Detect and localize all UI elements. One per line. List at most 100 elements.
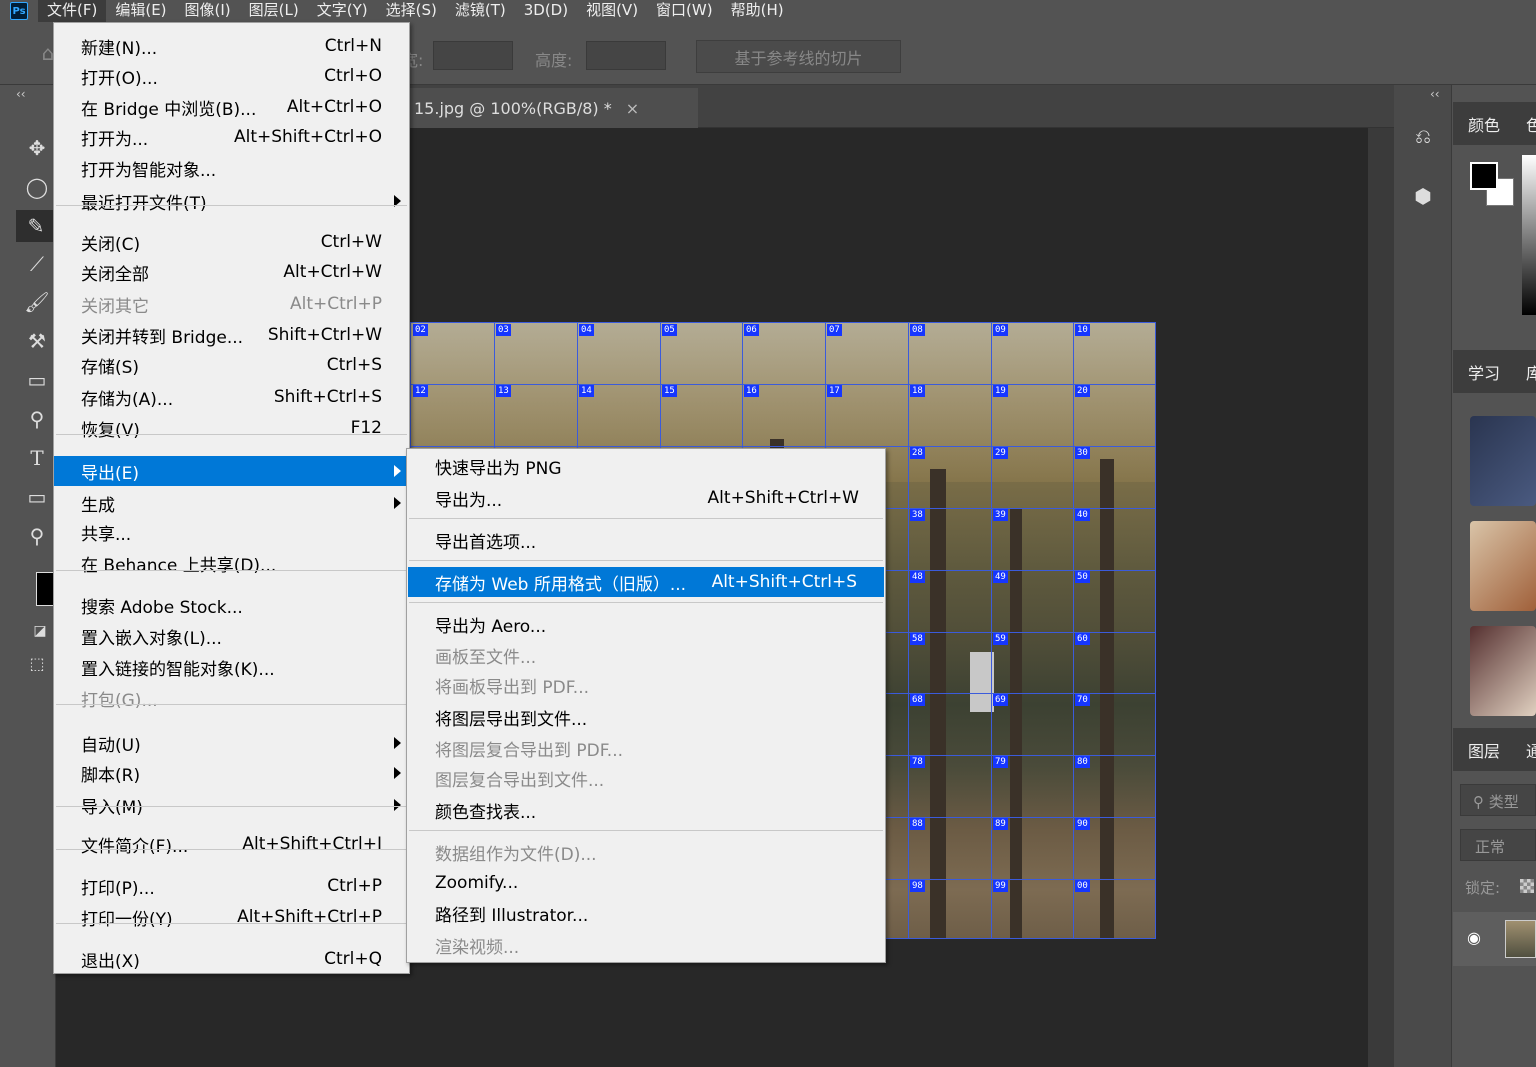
close-tab-icon[interactable]: ×	[626, 99, 639, 118]
slice-number-badge[interactable]: 05	[662, 324, 677, 336]
file-menu-item[interactable]: 自动(U)	[54, 728, 409, 758]
export-menu-item[interactable]: 导出首选项...	[408, 525, 886, 555]
slice-number-badge[interactable]: 13	[496, 385, 511, 397]
file-menu-item[interactable]: 搜索 Adobe Stock...	[54, 590, 409, 620]
slice-number-badge[interactable]: 30	[1075, 447, 1090, 459]
tab-channels[interactable]: 通	[1526, 738, 1536, 762]
slice-number-badge[interactable]: 98	[910, 880, 925, 892]
layer-row[interactable]: ◉	[1453, 912, 1536, 966]
menu-select[interactable]: 选择(S)	[377, 0, 446, 22]
file-menu-item[interactable]: 恢复(V) F12	[54, 413, 409, 443]
lasso-tool-icon[interactable]: ◯	[21, 171, 53, 203]
file-menu-item[interactable]: 关闭全部 Alt+Ctrl+W	[54, 257, 409, 287]
tab-swatches[interactable]: 色	[1526, 112, 1536, 136]
slice-number-badge[interactable]: 16	[744, 385, 759, 397]
layer-filter-kind[interactable]: ⚲ 类型	[1460, 784, 1536, 816]
height-field[interactable]	[586, 41, 666, 70]
slice-number-badge[interactable]: 03	[496, 324, 511, 336]
file-menu-item[interactable]: 打开为... Alt+Shift+Ctrl+O	[54, 122, 409, 152]
quick-mask-icon[interactable]: ⬚	[21, 647, 53, 679]
slice-number-badge[interactable]: 09	[993, 324, 1008, 336]
swap-colors-icon[interactable]: ◪	[24, 615, 56, 647]
file-menu-item[interactable]: 打包(G)...	[54, 683, 409, 713]
file-menu-item[interactable]: 置入链接的智能对象(K)...	[54, 652, 409, 682]
export-menu-item[interactable]: 图层复合导出到文件...	[408, 763, 886, 793]
slice-number-badge[interactable]: 02	[413, 324, 428, 336]
slice-number-badge[interactable]: 08	[910, 324, 925, 336]
slice-number-badge[interactable]: 70	[1075, 694, 1090, 706]
learn-thumbnail[interactable]	[1470, 521, 1536, 611]
panel-foreground-swatch[interactable]	[1470, 162, 1498, 190]
file-menu-item[interactable]: 退出(X) Ctrl+Q	[54, 944, 409, 974]
menu-type[interactable]: 文字(Y)	[308, 0, 377, 22]
brush-tool-icon[interactable]: 🖌	[21, 286, 53, 318]
export-menu-item[interactable]: 存储为 Web 所用格式（旧版）... Alt+Shift+Ctrl+S	[408, 567, 884, 597]
tab-color[interactable]: 颜色	[1468, 112, 1500, 136]
file-menu-item[interactable]: 存储为(A)... Shift+Ctrl+S	[54, 382, 409, 412]
export-menu-item[interactable]: 数据组作为文件(D)...	[408, 837, 886, 867]
lock-transparent-icon[interactable]	[1520, 879, 1534, 893]
menu-filter[interactable]: 滤镜(T)	[446, 0, 515, 22]
file-menu-item[interactable]: 新建(N)... Ctrl+N	[54, 31, 409, 61]
gradient-tool-icon[interactable]: ▭	[21, 364, 53, 396]
file-menu-item[interactable]: 关闭其它 Alt+Ctrl+P	[54, 289, 409, 319]
3d-panel-icon[interactable]: ⬢	[1405, 178, 1441, 214]
menu-image[interactable]: 图像(I)	[176, 0, 240, 22]
slice-number-badge[interactable]: 00	[1075, 880, 1090, 892]
slice-number-badge[interactable]: 14	[579, 385, 594, 397]
slice-number-badge[interactable]: 18	[910, 385, 925, 397]
document-tab[interactable]: 15.jpg @ 100%(RGB/8) * ×	[408, 88, 698, 128]
slice-number-badge[interactable]: 20	[1075, 385, 1090, 397]
slice-number-badge[interactable]: 59	[993, 633, 1008, 645]
slice-number-badge[interactable]: 12	[413, 385, 428, 397]
slice-number-badge[interactable]: 04	[579, 324, 594, 336]
file-menu-item[interactable]: 导入(M)	[54, 790, 409, 820]
slice-number-badge[interactable]: 79	[993, 756, 1008, 768]
menu-view[interactable]: 视图(V)	[577, 0, 647, 22]
file-menu-item[interactable]: 置入嵌入对象(L)...	[54, 621, 409, 651]
menu-help[interactable]: 帮助(H)	[722, 0, 793, 22]
slice-number-badge[interactable]: 07	[827, 324, 842, 336]
slice-number-badge[interactable]: 15	[662, 385, 677, 397]
zoom-tool-icon[interactable]: ⚲	[21, 520, 53, 552]
tab-learn[interactable]: 学习	[1468, 360, 1500, 384]
export-menu-item[interactable]: 快速导出为 PNG	[408, 451, 886, 481]
slice-number-badge[interactable]: 39	[993, 509, 1008, 521]
export-menu-item[interactable]: 导出为 Aero...	[408, 609, 886, 639]
export-menu-item[interactable]: 渲染视频...	[408, 930, 886, 960]
tab-libraries[interactable]: 库	[1526, 360, 1536, 384]
file-menu-item[interactable]: 最近打开文件(T)	[54, 186, 409, 216]
dock-collapse-icon[interactable]: ‹‹	[1430, 87, 1440, 101]
file-menu-item[interactable]: 打开为智能对象...	[54, 153, 409, 183]
slice-number-badge[interactable]: 99	[993, 880, 1008, 892]
export-menu-item[interactable]: 将图层导出到文件...	[408, 702, 886, 732]
menu-3d[interactable]: 3D(D)	[515, 0, 577, 22]
file-menu-item[interactable]: 打开(O)... Ctrl+O	[54, 61, 409, 91]
type-tool-icon[interactable]: T	[21, 442, 53, 474]
slice-number-badge[interactable]: 50	[1075, 571, 1090, 583]
export-menu-item[interactable]: 画板至文件...	[408, 640, 886, 670]
slice-number-badge[interactable]: 60	[1075, 633, 1090, 645]
export-menu-item[interactable]: Zoomify...	[408, 868, 886, 898]
slice-number-badge[interactable]: 17	[827, 385, 842, 397]
width-field[interactable]	[433, 41, 513, 70]
slice-number-badge[interactable]: 49	[993, 571, 1008, 583]
foreground-color-swatch[interactable]	[36, 572, 54, 606]
file-menu-item[interactable]: 打印一份(Y) Alt+Shift+Ctrl+P	[54, 902, 409, 932]
visibility-eye-icon[interactable]: ◉	[1467, 928, 1481, 947]
slice-number-badge[interactable]: 58	[910, 633, 925, 645]
menu-edit[interactable]: 编辑(E)	[106, 0, 175, 22]
file-menu-item[interactable]: 在 Behance 上共享(D)...	[54, 548, 409, 578]
file-menu-item[interactable]: 生成	[54, 488, 409, 518]
file-menu-item[interactable]: 存储(S) Ctrl+S	[54, 350, 409, 380]
slice-number-badge[interactable]: 28	[910, 447, 925, 459]
slice-tool-icon[interactable]: ✎	[16, 210, 56, 242]
slice-number-badge[interactable]: 90	[1075, 818, 1090, 830]
file-menu-item[interactable]: 打印(P)... Ctrl+P	[54, 871, 409, 901]
learn-thumbnail[interactable]	[1470, 416, 1536, 506]
move-tool-icon[interactable]: ✥	[21, 132, 53, 164]
stamp-tool-icon[interactable]: ⚒	[21, 325, 53, 357]
tab-layers[interactable]: 图层	[1468, 738, 1500, 762]
slice-number-badge[interactable]: 10	[1075, 324, 1090, 336]
menu-file[interactable]: 文件(F)	[38, 0, 107, 22]
